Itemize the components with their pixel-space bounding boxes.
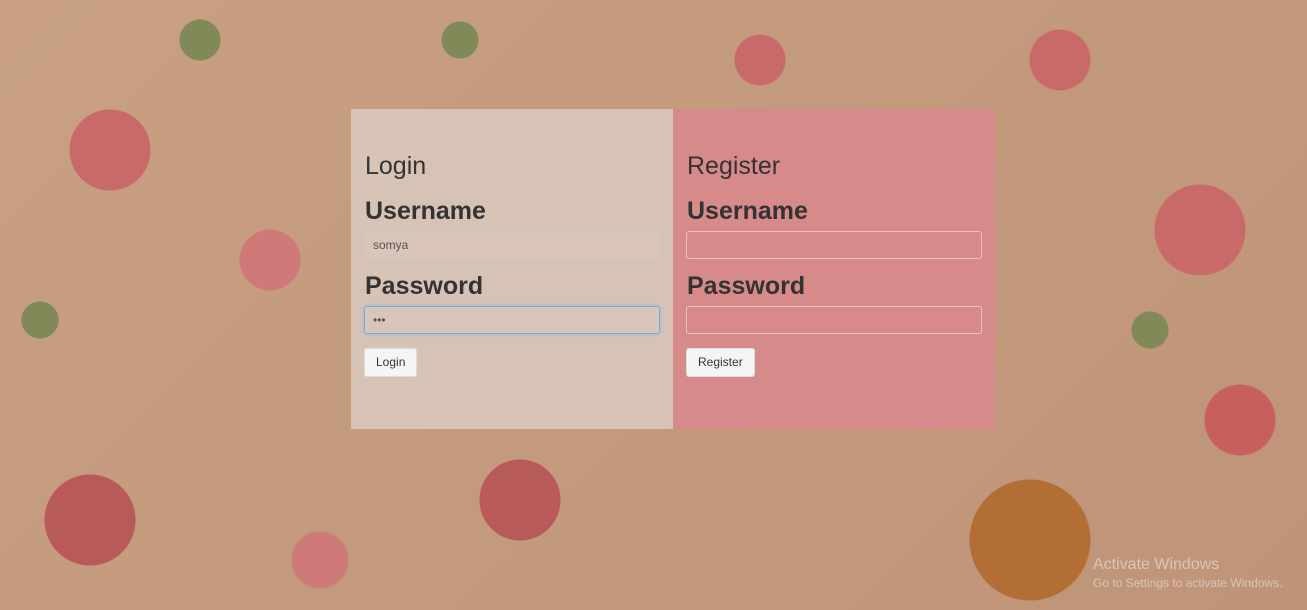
activate-windows-watermark: Activate Windows Go to Settings to activ… — [1093, 556, 1282, 590]
register-password-input[interactable] — [686, 306, 982, 334]
register-title: Register — [687, 152, 781, 180]
login-password-input[interactable] — [364, 306, 660, 334]
register-panel: Register Username Password Register — [673, 109, 995, 429]
login-button[interactable]: Login — [364, 348, 418, 377]
login-username-input[interactable] — [364, 231, 660, 259]
watermark-title: Activate Windows — [1093, 556, 1220, 573]
login-password-label: Password — [365, 272, 484, 300]
login-title: Login — [365, 152, 427, 180]
watermark-subtitle: Go to Settings to activate Windows. — [1093, 576, 1283, 590]
login-panel: Login Username Password Login — [351, 109, 673, 429]
register-username-input[interactable] — [686, 231, 982, 259]
register-username-label: Username — [687, 197, 808, 225]
login-username-label: Username — [365, 197, 486, 225]
register-button[interactable]: Register — [686, 348, 755, 377]
register-password-label: Password — [687, 272, 806, 300]
